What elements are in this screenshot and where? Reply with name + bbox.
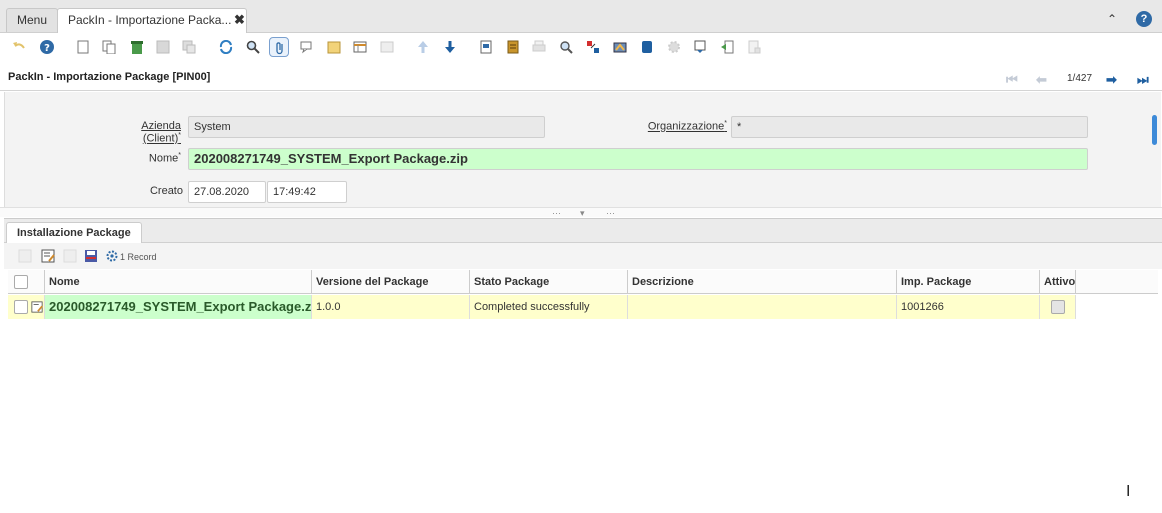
tab-menu-label: Menu: [17, 13, 48, 27]
copy-record-icon[interactable]: [99, 37, 119, 57]
svg-text:?: ?: [44, 43, 50, 54]
archive-icon[interactable]: [503, 37, 523, 57]
created-time-field[interactable]: 17:49:42: [267, 181, 347, 203]
name-field[interactable]: 202008271749_SYSTEM_Export Package.zip: [188, 148, 1088, 170]
save-detail-icon[interactable]: [84, 249, 98, 263]
previous-record-icon[interactable]: ⬅: [1036, 72, 1047, 88]
report-icon[interactable]: [476, 37, 496, 57]
collapse-icon[interactable]: ⌃: [1104, 11, 1120, 27]
save-new-icon[interactable]: [179, 37, 199, 57]
record-count: 1 Record: [120, 252, 157, 262]
help-icon[interactable]: ?: [1136, 11, 1152, 27]
print-icon[interactable]: [529, 37, 549, 57]
grid-toggle-icon[interactable]: [350, 37, 370, 57]
tab-packin-label: PackIn - Importazione Packa...: [68, 13, 232, 27]
detail-panel: Installazione Package 1 Record Nome Vers…: [4, 218, 1162, 513]
column-header-spacer: [1076, 270, 1158, 294]
process-detail-icon[interactable]: [105, 249, 119, 263]
detail-tab-bar: Installazione Package: [4, 219, 1162, 244]
toolbar: ?: [0, 33, 1162, 61]
export-icon[interactable]: [717, 37, 737, 57]
detail-toolbar: 1 Record: [4, 243, 1162, 269]
tab-installazione-package[interactable]: Installazione Package: [6, 222, 142, 244]
next-record-icon[interactable]: ➡: [1106, 72, 1117, 88]
cell-stato[interactable]: Completed successfully: [470, 295, 628, 319]
save-icon[interactable]: [153, 37, 173, 57]
cell-attivo[interactable]: [1040, 295, 1076, 319]
previous-record-up-icon[interactable]: [413, 37, 433, 57]
detail-icon[interactable]: [377, 37, 397, 57]
organization-field[interactable]: *: [731, 116, 1088, 138]
import-icon[interactable]: [744, 37, 764, 57]
panel-splitter[interactable]: ··· ▾ ···: [0, 207, 1162, 218]
next-record-down-icon[interactable]: [440, 37, 460, 57]
client-label[interactable]: Azienda (Client)*: [101, 120, 181, 145]
select-all-header: [8, 270, 45, 294]
chat-icon[interactable]: [297, 37, 317, 57]
refresh-icon[interactable]: [216, 37, 236, 57]
undo-icon[interactable]: [9, 37, 29, 57]
edit-row-icon[interactable]: [31, 301, 43, 313]
window-tab-strip: Menu PackIn - Importazione Packa... ✖ ⌃ …: [0, 0, 1162, 33]
customize-icon[interactable]: [690, 37, 710, 57]
new-detail-icon[interactable]: [18, 249, 32, 263]
tab-packin[interactable]: PackIn - Importazione Packa... ✖: [57, 8, 247, 33]
column-header-versione[interactable]: Versione del Package: [312, 270, 470, 294]
organization-label[interactable]: Organizzazione*: [645, 120, 727, 133]
form-scrollbar[interactable]: [1152, 115, 1157, 145]
attivo-checkbox[interactable]: [1051, 300, 1065, 314]
request-icon[interactable]: [637, 37, 657, 57]
find-icon[interactable]: [243, 37, 263, 57]
window-title: PackIn - Importazione Package [PIN00]: [8, 71, 211, 83]
column-header-descrizione[interactable]: Descrizione: [628, 270, 897, 294]
text-cursor-icon: I: [1126, 483, 1131, 500]
zoom-across-icon[interactable]: [583, 37, 603, 57]
cell-versione[interactable]: 1.0.0: [312, 295, 470, 319]
delete-detail-icon[interactable]: [63, 249, 77, 263]
client-field[interactable]: System: [188, 116, 545, 138]
column-header-stato[interactable]: Stato Package: [470, 270, 628, 294]
select-all-checkbox[interactable]: [14, 275, 28, 289]
first-record-icon[interactable]: ⏮: [1006, 72, 1018, 88]
row-checkbox[interactable]: [14, 300, 28, 314]
delete-icon[interactable]: [127, 37, 147, 57]
cell-imp-package[interactable]: 1001266: [897, 295, 1040, 319]
record-form: Azienda (Client)* System Organizzazione*…: [4, 92, 1161, 207]
attachment-icon[interactable]: [269, 37, 289, 57]
process-icon[interactable]: [664, 37, 684, 57]
last-record-icon[interactable]: ⏭: [1137, 72, 1149, 88]
column-header-attivo[interactable]: Attivo: [1040, 270, 1076, 294]
edit-detail-icon[interactable]: [41, 249, 55, 263]
name-label: Nome*: [148, 152, 181, 165]
print-preview-icon[interactable]: [556, 37, 576, 57]
created-date-field[interactable]: 27.08.2020: [188, 181, 266, 203]
column-header-nome[interactable]: Nome: [45, 270, 312, 294]
help-toolbar-icon[interactable]: ?: [37, 37, 57, 57]
note-icon[interactable]: [324, 37, 344, 57]
new-record-icon[interactable]: [73, 37, 93, 57]
tab-menu[interactable]: Menu: [6, 8, 59, 32]
row-selector: [8, 295, 45, 319]
created-label: Creato: [149, 185, 183, 197]
record-indicator: 1/427: [1067, 73, 1093, 84]
cell-descrizione[interactable]: [628, 295, 897, 319]
workflow-icon[interactable]: [610, 37, 630, 57]
close-tab-icon[interactable]: ✖: [234, 9, 245, 31]
column-header-imp-package[interactable]: Imp. Package: [897, 270, 1040, 294]
cell-nome[interactable]: 202008271749_SYSTEM_Export Package.zip: [45, 295, 312, 319]
window-header: PackIn - Importazione Package [PIN00] ⏮ …: [0, 61, 1162, 91]
